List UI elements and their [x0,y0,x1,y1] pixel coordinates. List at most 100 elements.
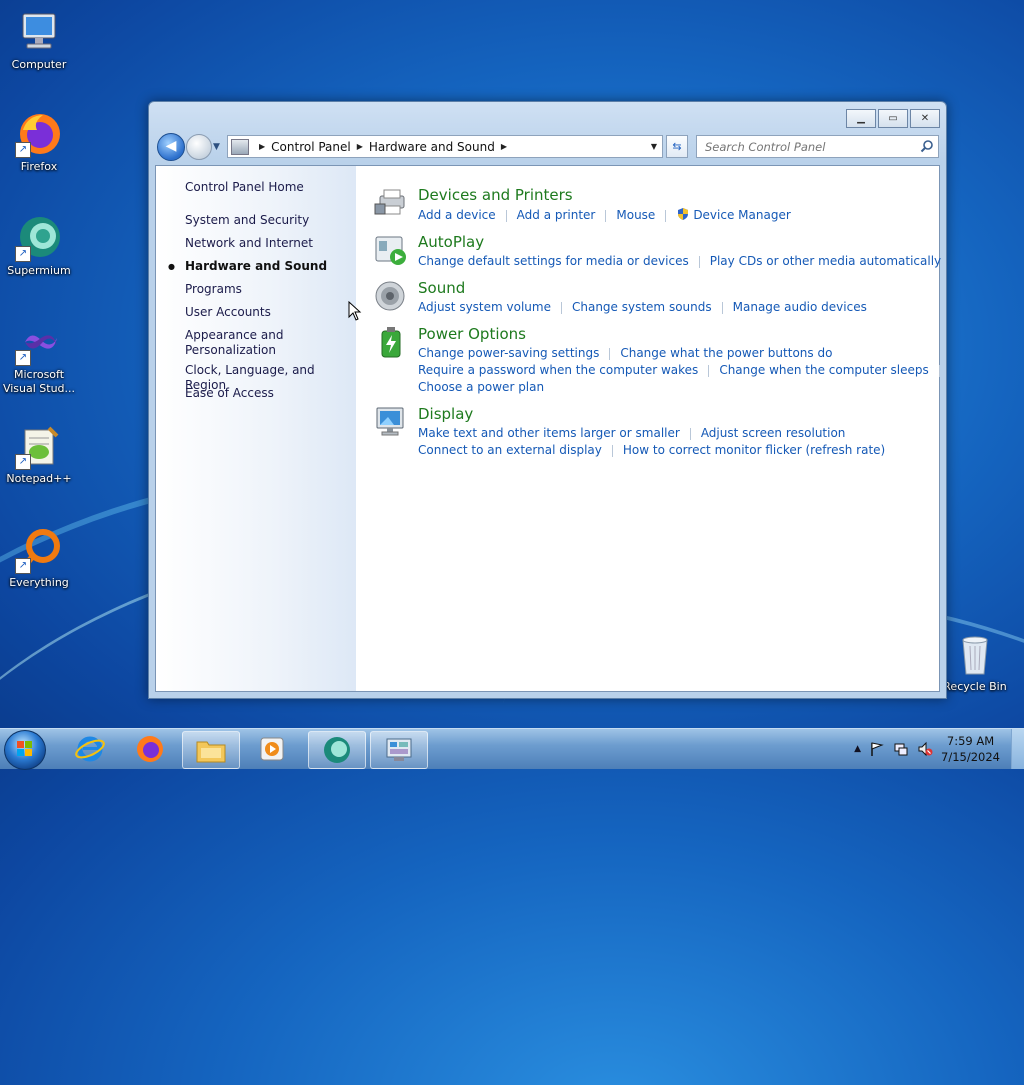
speaker-icon[interactable] [374,279,408,313]
category-title[interactable]: Display [418,405,473,423]
battery-icon[interactable] [374,325,408,359]
network-icon[interactable] [893,741,909,757]
breadcrumb-separator-icon[interactable]: ▶ [357,142,363,151]
computer-icon [15,8,63,56]
mouse-cursor-icon [348,301,362,321]
address-dropdown-button[interactable]: ▼ [646,136,662,157]
link-require-password-on-wake[interactable]: Require a password when the computer wak… [418,363,698,377]
shortcut-arrow-icon: ↗ [15,558,31,574]
desktop-icon-visual-studio[interactable]: ↗ Microsoft Visual Stud... [0,318,78,396]
category-title[interactable]: Sound [418,279,465,297]
link-separator [698,255,700,268]
link-separator [721,301,723,314]
link-add-a-printer[interactable]: Add a printer [517,208,596,222]
search-input[interactable] [703,136,912,157]
link-change-default-media-settings[interactable]: Change default settings for media or dev… [418,254,689,268]
link-correct-monitor-flicker[interactable]: How to correct monitor flicker (refresh … [623,443,885,457]
link-add-a-device[interactable]: Add a device [418,208,496,222]
notepadpp-icon: ↗ [15,422,63,470]
desktop-icon-computer[interactable]: Computer [0,8,78,72]
nav-hardware-and-sound[interactable]: Hardware and Sound [185,259,355,274]
link-choose-power-plan[interactable]: Choose a power plan [418,380,544,394]
start-button[interactable] [4,730,46,770]
volume-muted-icon[interactable] [917,741,933,757]
breadcrumb-control-panel[interactable]: Control Panel [271,140,351,154]
breadcrumb-separator-icon[interactable]: ▶ [501,142,507,151]
chevron-up-icon: ▲ [854,744,862,754]
close-icon: ✕ [920,113,930,124]
nav-ease-of-access[interactable]: Ease of Access [185,386,355,401]
windows-logo-icon [17,741,32,756]
link-separator [611,444,613,457]
recent-pages-dropdown[interactable]: ▼ [213,142,220,152]
breadcrumb-hardware-and-sound[interactable]: Hardware and Sound [369,140,495,154]
recycle-bin-icon [951,630,999,678]
shortcut-arrow-icon: ↗ [15,350,31,366]
desktop-icon-firefox[interactable]: ↗ Firefox [0,110,78,174]
shortcut-arrow-icon: ↗ [15,246,31,262]
forward-button[interactable] [186,134,212,160]
search-box[interactable] [696,135,939,158]
category-title[interactable]: AutoPlay [418,233,484,251]
visual-studio-icon: ↗ [15,318,63,366]
link-change-power-saving-settings[interactable]: Change power-saving settings [418,346,599,360]
autoplay-icon[interactable] [374,233,408,267]
category-links: Change power-saving settings Change what … [418,346,832,360]
link-change-when-computer-sleeps[interactable]: Change when the computer sleeps [719,363,928,377]
desktop-icon-label: Microsoft Visual Stud... [2,368,76,395]
link-play-cds-automatically[interactable]: Play CDs or other media automatically [710,254,941,268]
desktop-icon-recycle-bin[interactable]: Recycle Bin [936,630,1014,694]
desktop-icon-everything[interactable]: ↗ Everything [0,526,78,590]
desktop-icon-supermium[interactable]: ↗ Supermium [0,214,78,278]
link-adjust-system-volume[interactable]: Adjust system volume [418,300,551,314]
back-button[interactable]: ◀ [157,133,185,161]
show-desktop-button[interactable] [1011,729,1024,769]
nav-appearance-and-personalization[interactable]: Appearance and Personalization [185,328,295,358]
maximize-button[interactable]: ▭ [878,109,908,128]
link-separator [605,209,607,222]
category-links: Make text and other items larger or smal… [418,426,845,440]
taskbar-firefox[interactable] [122,731,178,767]
action-center-flag-icon[interactable] [869,741,885,757]
close-button[interactable]: ✕ [910,109,940,128]
nav-control-panel-home[interactable]: Control Panel Home [185,180,355,195]
nav-system-and-security[interactable]: System and Security [185,213,355,228]
monitor-icon[interactable] [374,405,408,439]
address-bar[interactable]: ▶ Control Panel ▶ Hardware and Sound ▶ ▼ [227,135,663,158]
link-change-power-buttons[interactable]: Change what the power buttons do [620,346,832,360]
media-player-icon [260,737,284,761]
nav-programs[interactable]: Programs [185,282,355,297]
desktop-icon-label: Supermium [7,264,71,277]
taskbar-supermium[interactable] [308,731,366,769]
link-separator [665,209,667,222]
link-separator [560,301,562,314]
category-title[interactable]: Power Options [418,325,526,343]
link-make-text-larger[interactable]: Make text and other items larger or smal… [418,426,680,440]
link-connect-external-display[interactable]: Connect to an external display [418,443,602,457]
category-links: Connect to an external display How to cor… [418,443,885,457]
taskbar-control-panel[interactable] [370,731,428,769]
link-adjust-screen-resolution[interactable]: Adjust screen resolution [701,426,846,440]
link-mouse[interactable]: Mouse [616,208,655,222]
category-title[interactable]: Devices and Printers [418,186,573,204]
nav-user-accounts[interactable]: User Accounts [185,305,355,320]
breadcrumb-separator-icon[interactable]: ▶ [259,142,265,151]
taskbar-internet-explorer[interactable] [62,731,118,767]
clock[interactable]: 7:59 AM 7/15/2024 [941,733,1000,765]
link-manage-audio-devices[interactable]: Manage audio devices [733,300,867,314]
supermium-icon [324,737,350,763]
show-hidden-icons-button[interactable]: ▲ [854,744,861,754]
desktop-icon-notepadpp[interactable]: ↗ Notepad++ [0,422,78,486]
link-device-manager[interactable]: Device Manager [693,208,790,222]
taskbar-file-explorer[interactable] [182,731,240,769]
refresh-button[interactable]: ⇆ [666,135,688,158]
chevron-down-icon: ▼ [213,142,220,152]
link-change-system-sounds[interactable]: Change system sounds [572,300,712,314]
system-tray: ▲ 7:59 AM 7/15/2024 [854,729,1000,769]
internet-explorer-icon [75,736,105,762]
search-icon[interactable] [920,139,934,153]
taskbar-media-player[interactable] [244,731,300,767]
nav-network-and-internet[interactable]: Network and Internet [185,236,355,251]
printer-icon[interactable] [374,186,408,220]
minimize-button[interactable]: ▁ [846,109,876,128]
